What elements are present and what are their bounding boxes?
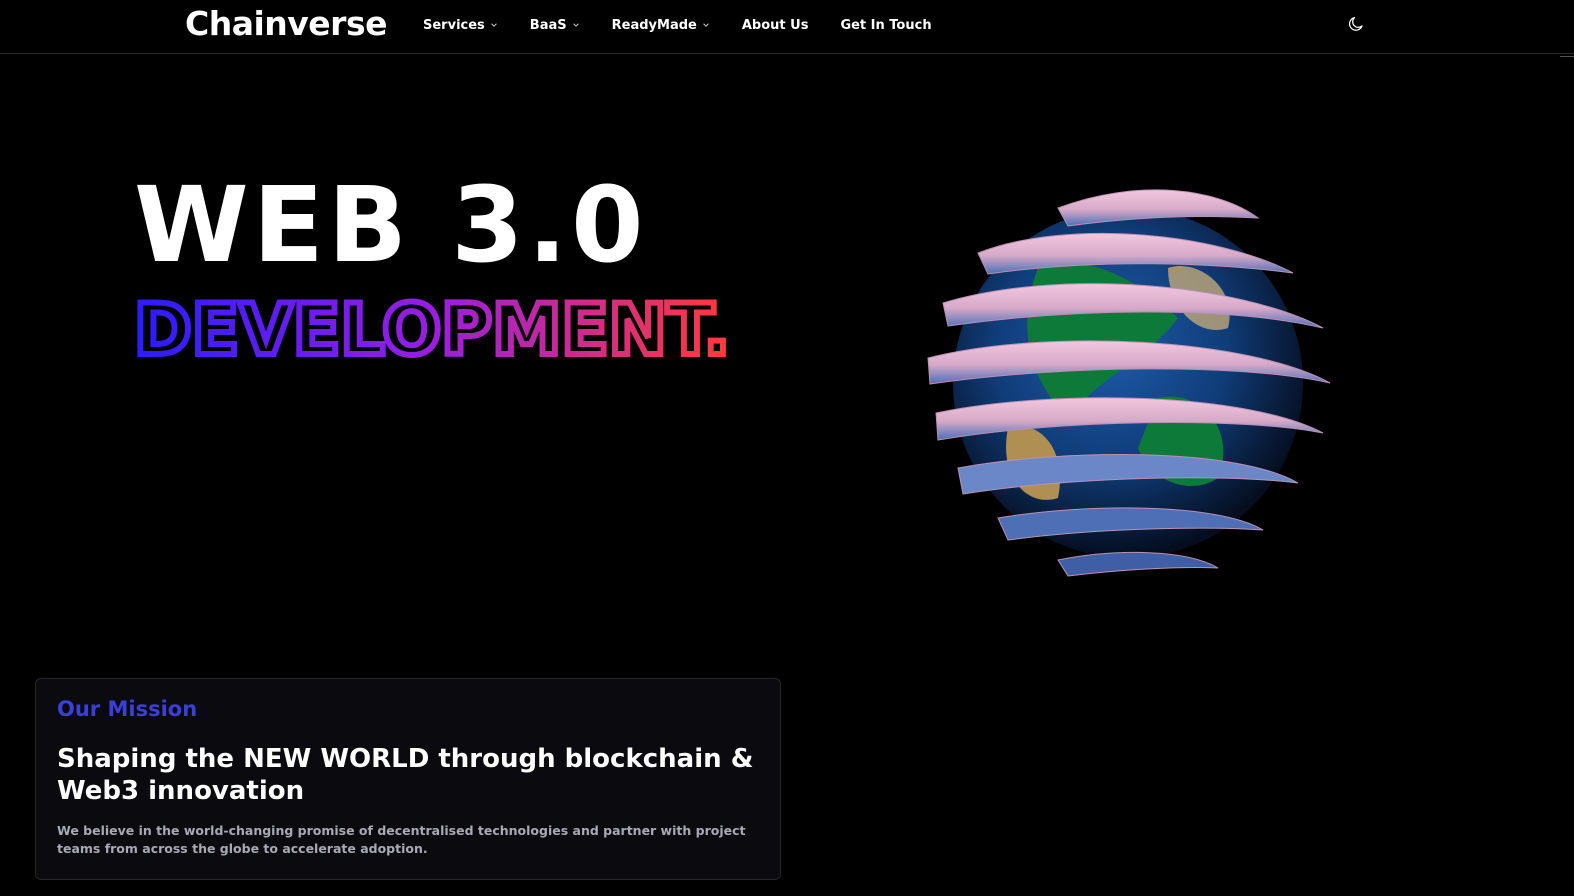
chevron-down-icon bbox=[703, 23, 709, 27]
nav-item-get-in-touch[interactable]: Get In Touch bbox=[840, 18, 931, 33]
nav-item-label: Services bbox=[423, 17, 485, 33]
hero-subtitle: DEVELOPMENT. bbox=[131, 286, 733, 374]
brand-logo[interactable]: Chainverse bbox=[185, 4, 387, 44]
nav-item-label: BaaS bbox=[529, 17, 567, 33]
divider bbox=[1560, 56, 1574, 57]
globe-illustration bbox=[927, 189, 1331, 577]
nav-item-baas[interactable]: BaaS bbox=[530, 18, 580, 33]
nav-item-label: ReadyMade bbox=[611, 17, 697, 33]
nav-item-about-us[interactable]: About Us bbox=[742, 18, 809, 33]
mission-heading: Shaping the NEW WORLD through blockchain… bbox=[57, 744, 754, 806]
main-nav: Services BaaS ReadyMade About Us Get In … bbox=[423, 0, 964, 50]
nav-item-readymade[interactable]: ReadyMade bbox=[612, 18, 710, 33]
chevron-down-icon bbox=[572, 23, 579, 27]
mission-card: Our Mission Shaping the NEW WORLD throug… bbox=[35, 678, 781, 880]
mission-label: Our Mission bbox=[57, 697, 198, 721]
hero-subtitle-text: DEVELOPMENT. bbox=[134, 289, 730, 371]
mission-description: We believe in the world-changing promise… bbox=[57, 823, 746, 856]
nav-item-label: About Us bbox=[741, 17, 809, 33]
moon-icon[interactable] bbox=[1347, 15, 1365, 33]
nav-item-label: Get In Touch bbox=[840, 17, 932, 33]
hero-title: WEB 3.0 bbox=[134, 164, 648, 286]
nav-item-services[interactable]: Services bbox=[423, 18, 498, 33]
chevron-down-icon bbox=[491, 23, 497, 27]
top-navbar: Chainverse Services BaaS ReadyMade About… bbox=[0, 0, 1574, 54]
